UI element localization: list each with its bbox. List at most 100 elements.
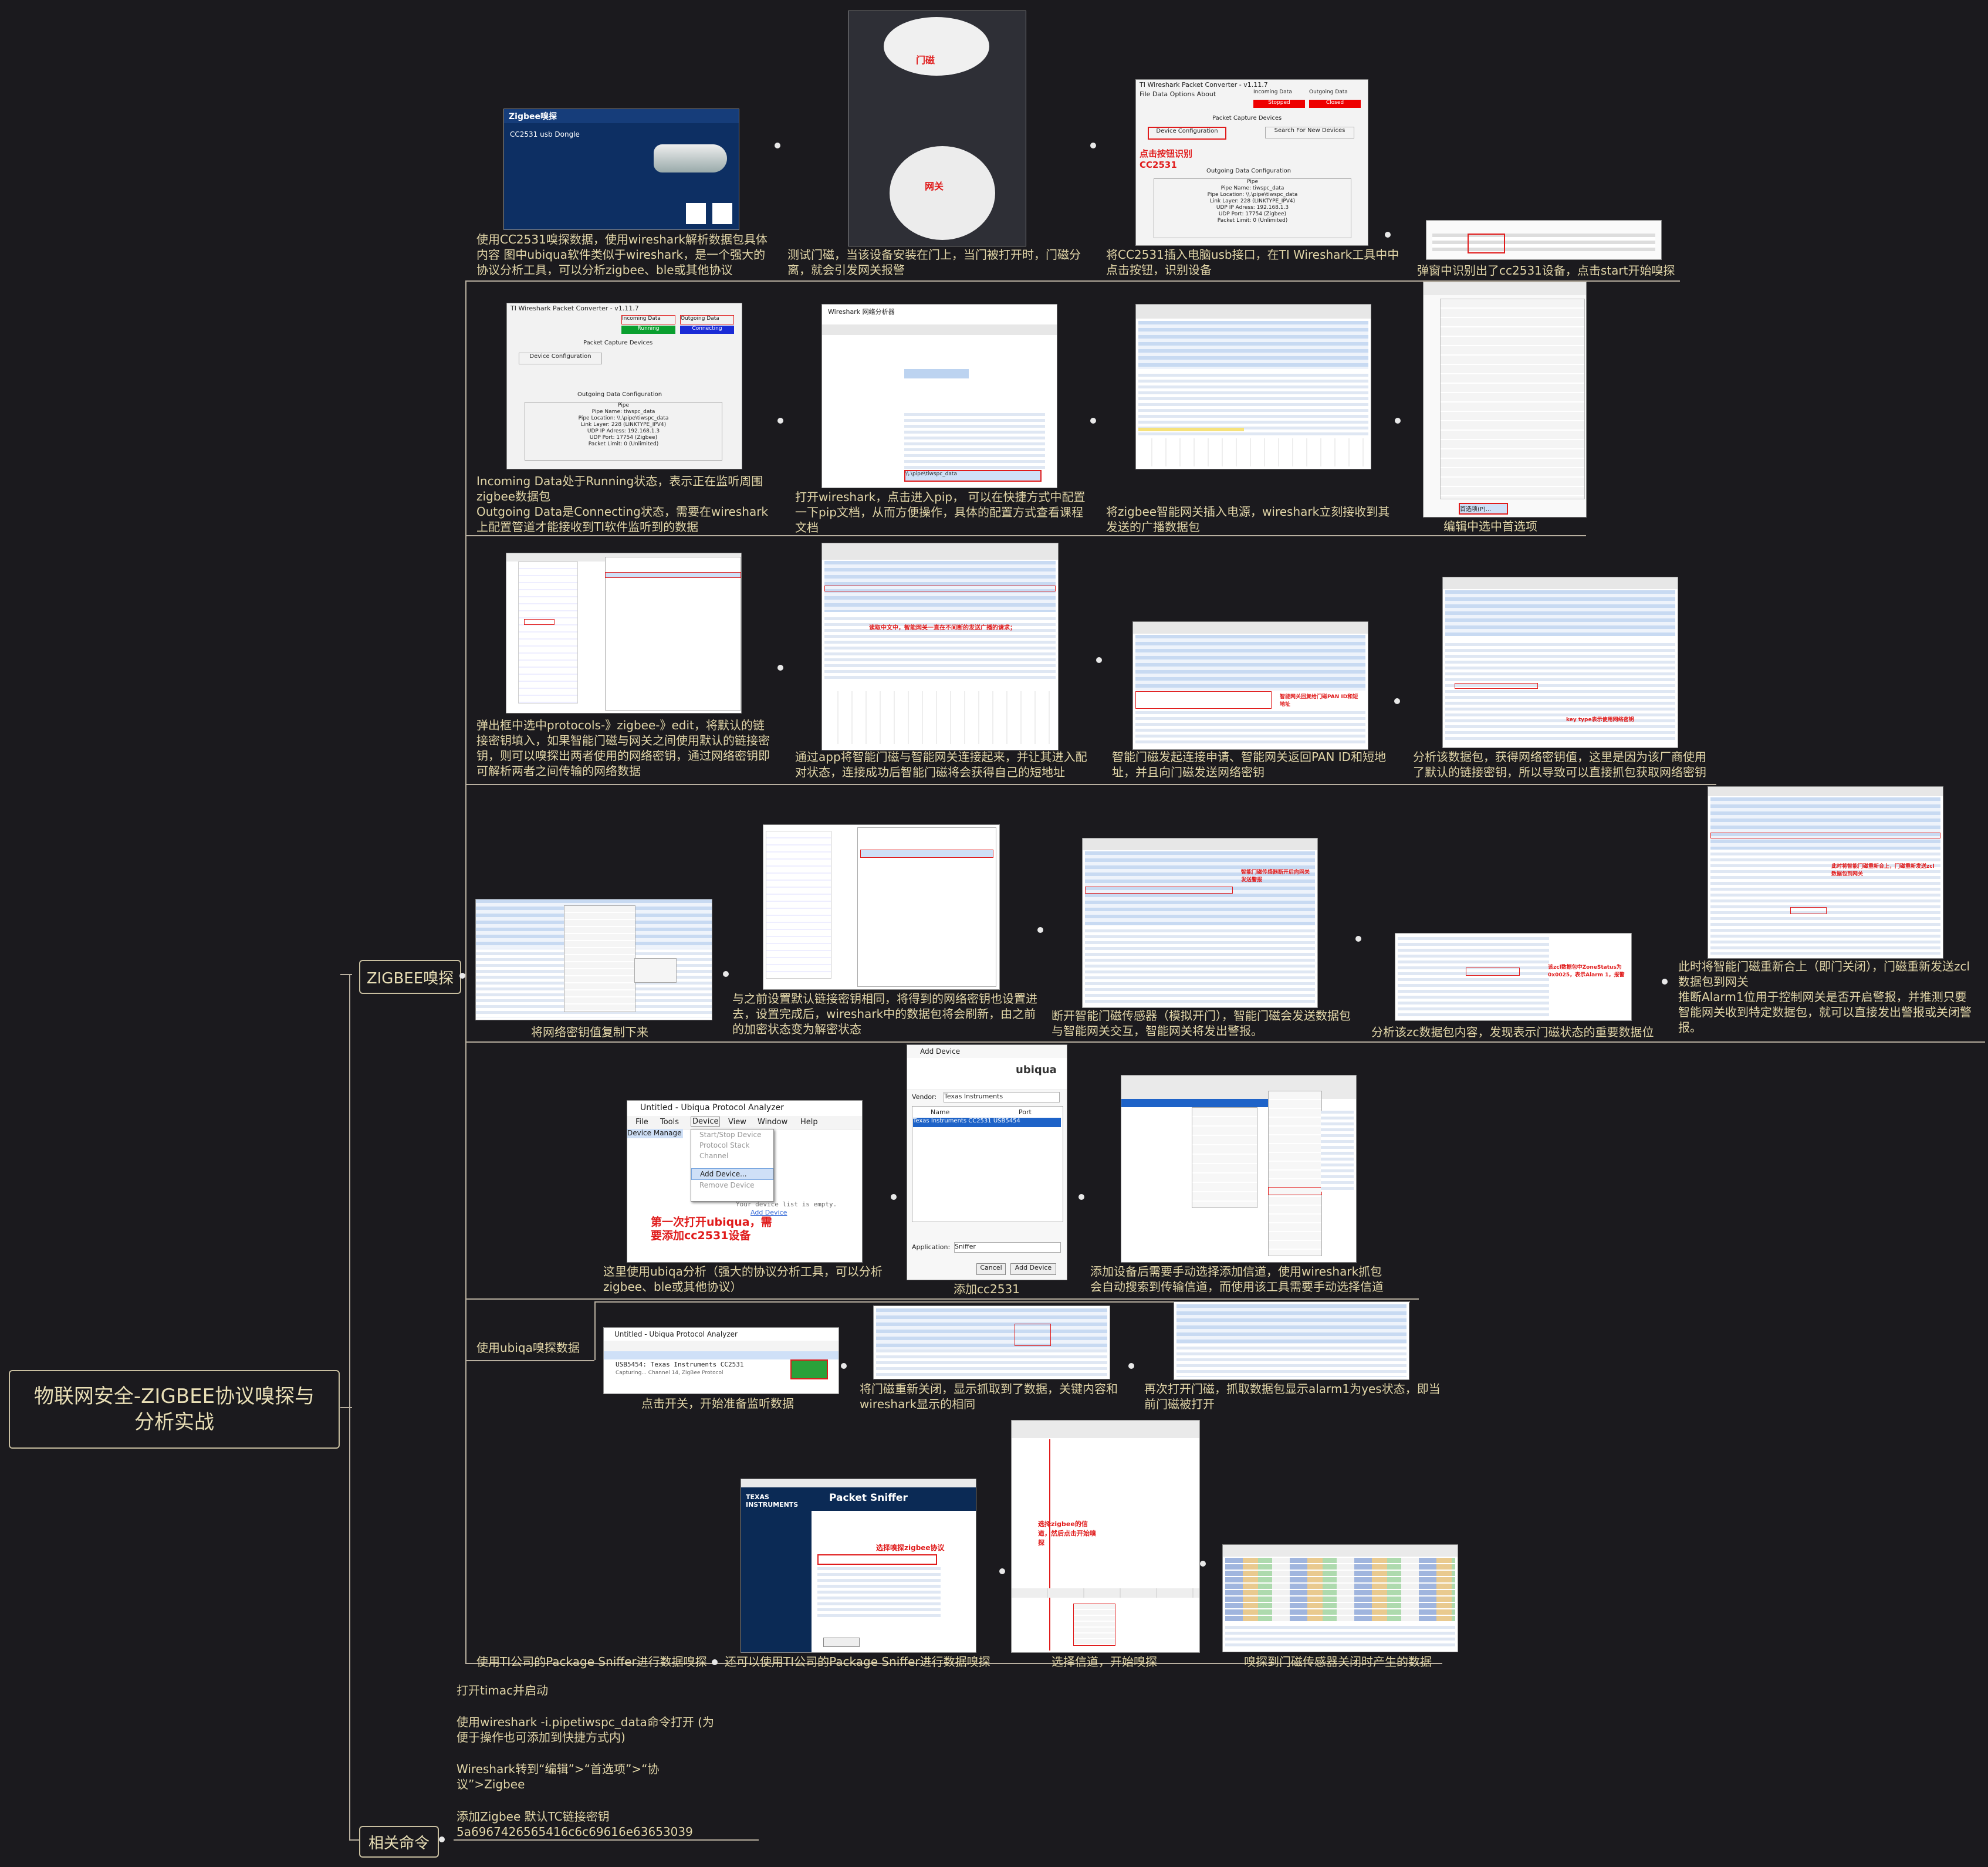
node-dot xyxy=(1662,979,1668,985)
ti-converter-running: TI Wireshark Packet Converter - v1.11.7 … xyxy=(506,303,742,469)
add-device-dialog: Add Device ubiqua Vendor: Texas Instrume… xyxy=(907,1044,1067,1280)
row-underline xyxy=(465,784,1716,785)
wireshark-edit-menu: 首选项(P)... xyxy=(1423,282,1587,518)
root-title: 物联网安全-ZIGBEE协议嗅探与分析实战 xyxy=(33,1385,315,1434)
vendor-select[interactable]: Texas Instruments xyxy=(944,1092,1060,1102)
wireshark-close-capture: 此时将智能门磁重新合上，门磁重新发送zcl数据包到网关 xyxy=(1708,786,1943,959)
dm-device-status: Capturing... Channel 14, ZigBee Protocol xyxy=(616,1370,723,1376)
caption-r1-c3: 将CC2531插入电脑usb接口，在TI Wireshark工具中中点击按钮，识… xyxy=(1106,248,1399,277)
dd-protocol-stack[interactable]: Protocol Stack xyxy=(691,1140,773,1151)
command-line-3: Wireshark转到“编辑”>“首选项”>“协议”>Zigbee xyxy=(457,1762,660,1791)
command-line-2: 使用wireshark -i.pipetiwspc_data命令打开 (为便于操… xyxy=(457,1715,714,1744)
ti-devices-heading: Packet Capture Devices xyxy=(1212,115,1282,121)
menu-tools[interactable]: Tools xyxy=(660,1118,679,1127)
ti-device-config-button[interactable]: Device Configuration xyxy=(519,353,602,364)
node-dot xyxy=(841,1363,847,1369)
connector xyxy=(340,1407,352,1408)
add-device-button[interactable]: Add Device xyxy=(1010,1263,1056,1275)
application-label: Application: xyxy=(912,1243,951,1251)
ti-incoming-label: Incoming Data xyxy=(621,315,675,324)
branch-zigbee-sniff[interactable]: ZIGBEE嗅探 xyxy=(359,960,461,994)
ti-title: TI Wireshark Packet Converter - v1.11.7 xyxy=(1140,81,1268,89)
menu-view[interactable]: View xyxy=(728,1118,746,1127)
ti-pipe-info: Pipe Pipe Name: tiwspc_data Pipe Locatio… xyxy=(525,402,722,461)
caption-r1-c4: 弹窗中识别出了cc2531设备，点击start开始嗅探 xyxy=(1417,263,1675,278)
caption-r3-c2: 通过app将智能门磁与智能网关连接起来，并让其进入配对状态，连接成功后智能门磁将… xyxy=(795,750,1087,779)
menu-file[interactable]: File xyxy=(635,1118,648,1127)
dd-add-device[interactable]: Add Device... xyxy=(691,1168,773,1180)
alarm-annotation: 智能门磁传感器断开后向网关发送警报 xyxy=(1241,870,1310,883)
connector xyxy=(340,974,352,975)
packet-sniffer-title: Packet Sniffer xyxy=(829,1492,908,1504)
wireshark-alarm-capture: 智能门磁传感器断开后向网关发送警报 xyxy=(1082,838,1318,1008)
ti-outgoing-config: Outgoing Data Configuration xyxy=(1206,168,1291,174)
node-dot xyxy=(723,971,729,977)
dm-title: Untitled - Ubiqua Protocol Analyzer xyxy=(614,1330,738,1338)
ti-closed-status: Closed xyxy=(1309,100,1361,108)
col-port-header: Port xyxy=(1019,1108,1032,1116)
door-sensor-photo: 门磁 网关 xyxy=(848,11,1026,246)
menu-help[interactable]: Help xyxy=(800,1118,818,1127)
dd-remove-device[interactable]: Remove Device xyxy=(691,1180,773,1190)
select-channel-note: 选择zigbee的信道，然后点击开始嗅探 xyxy=(1038,1520,1096,1547)
application-select[interactable]: Sniffer xyxy=(954,1242,1061,1253)
dd-start-stop[interactable]: Start/Stop Device xyxy=(691,1129,773,1140)
command-line-4: 添加Zigbee 默认TC链接密钥 xyxy=(457,1809,610,1824)
cancel-button[interactable]: Cancel xyxy=(976,1263,1006,1275)
caption-r4-c3: 断开智能门磁传感器（模拟开门），智能门磁会发送数据包与智能网关交互，智能网关将发… xyxy=(1052,1009,1351,1038)
zcl-packet-details: 该zcl数据包中ZoneStatus为0x0025，表示Alarm 1，报警 xyxy=(1395,933,1632,1021)
ubiqua-close-capture xyxy=(873,1305,1110,1379)
door-sensor-label: 门磁 xyxy=(916,55,935,66)
netkey-setting-dialog xyxy=(763,824,1000,990)
caption-r4-c2: 与之前设置默认链接密钥相同，将得到的网络密钥也设置进去，设置完成后，wiresh… xyxy=(732,992,1037,1036)
node-dot xyxy=(891,1194,897,1200)
ubiqua-device-manager: Untitled - Ubiqua Protocol Analyzer USB5… xyxy=(603,1327,839,1394)
node-dot xyxy=(1394,698,1400,704)
wireshark-pairing-capture: 读取中文中，智能网关一直在不间断的发送广播的请求； xyxy=(821,543,1059,750)
device-manager-tab[interactable]: Device Manage xyxy=(627,1129,683,1138)
caption-r2-c2: 打开wireshark，点击进入pip， 可以在快捷方式中配置一下pip文档，从… xyxy=(795,490,1086,535)
ti-search-devices-button[interactable]: Search For New Devices xyxy=(1265,127,1354,138)
wireshark-broadcast-capture xyxy=(1135,304,1371,469)
device-found-dialog xyxy=(1426,220,1662,260)
caption-r7-c3: 嗅探到门磁传感器关闭时产生的数据 xyxy=(1244,1655,1432,1669)
node-dot xyxy=(1355,936,1361,942)
key-annotation: key type表示使用网络密钥 xyxy=(1566,717,1634,723)
row-underline xyxy=(465,1360,594,1361)
gateway-label: 网关 xyxy=(925,181,944,192)
start-button[interactable] xyxy=(823,1638,860,1647)
node-dot xyxy=(1090,418,1096,424)
caption-r3-c1: 弹出框中选中protocols-》zigbee-》edit，将默认的链接密钥填入… xyxy=(476,718,770,778)
node-dot xyxy=(1090,143,1096,148)
wireshark-title: Wireshark 网络分析器 xyxy=(828,308,895,316)
branch-commands[interactable]: 相关命令 xyxy=(359,1826,439,1858)
device-dropdown: Start/Stop Device Protocol Stack Channel… xyxy=(691,1129,774,1202)
row-underline xyxy=(465,1298,1419,1300)
ti-logo-icon xyxy=(712,203,732,224)
menu-window[interactable]: Window xyxy=(758,1118,787,1127)
dd-channel[interactable]: Channel xyxy=(691,1151,773,1161)
preferences-menu-item[interactable]: 首选项(P)... xyxy=(1459,503,1508,515)
packet-sniffer-channel: 选择zigbee的信道，然后点击开始嗅探 xyxy=(1011,1420,1200,1653)
dongle-subtitle: CC2531 usb Dongle xyxy=(510,130,580,138)
usb-dongle-icon xyxy=(654,144,727,173)
device-list-empty: Your device list is empty. xyxy=(736,1200,837,1208)
add-device-title: Add Device xyxy=(920,1047,961,1056)
copy-netkey-menu xyxy=(475,899,712,1020)
ti-device-config-button[interactable]: Device Configuration xyxy=(1148,127,1226,140)
node-dot xyxy=(712,1659,718,1665)
ti-connecting-status: Connecting xyxy=(680,326,734,334)
device-row-cc2531[interactable]: Texas Instruments CC2531 USB5454 xyxy=(913,1118,1061,1127)
root-node[interactable]: 物联网安全-ZIGBEE协议嗅探与分析实战 xyxy=(9,1370,340,1449)
caption-r2-c4: 编辑中选中首选项 xyxy=(1443,519,1537,533)
caption-r6-c3: 再次打开门磁，抓取数据包显示alarm1为yes状态，即当前门磁被打开 xyxy=(1144,1382,1441,1411)
capture-toggle-button[interactable] xyxy=(790,1359,828,1379)
ubiqua-logo: ubiqua xyxy=(1016,1064,1057,1076)
dongle-slide: Zigbee嗅探 CC2531 usb Dongle xyxy=(503,109,739,230)
col-name-header: Name xyxy=(931,1108,950,1116)
wireshark-pipe-interface[interactable]: \\.\pipe\tiwspc_data xyxy=(904,470,1042,482)
node-dot xyxy=(1200,1561,1206,1567)
ti-devices-heading: Packet Capture Devices xyxy=(583,340,653,346)
menu-device[interactable]: Device xyxy=(691,1117,721,1127)
netkey-annotation: 智能网关回复给门磁PAN ID和短地址 xyxy=(1280,694,1358,708)
